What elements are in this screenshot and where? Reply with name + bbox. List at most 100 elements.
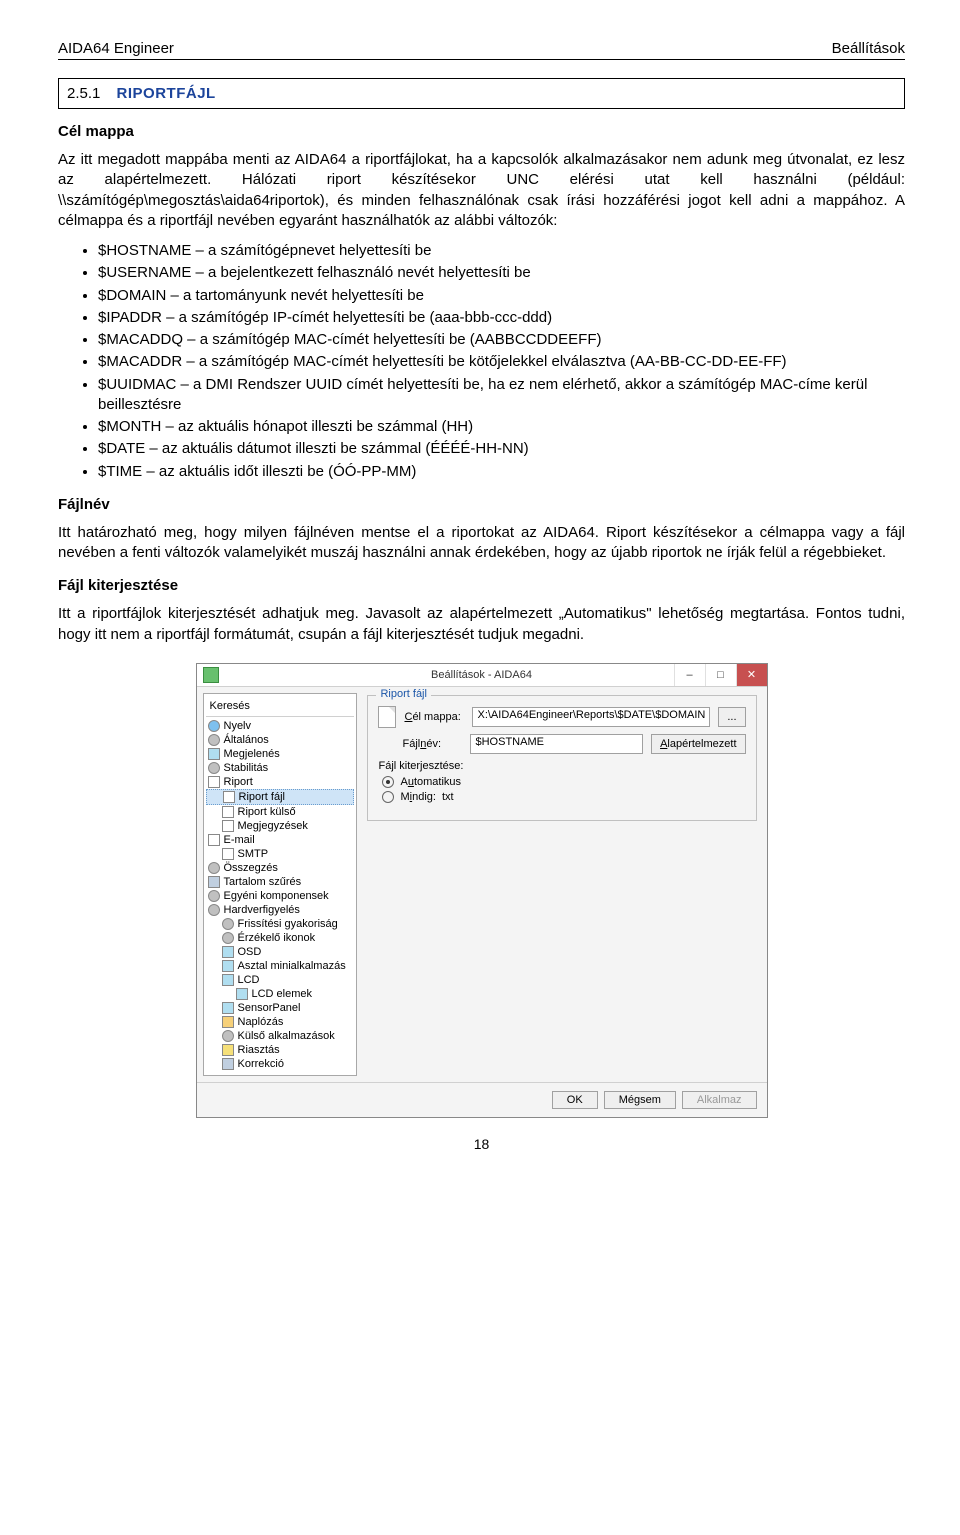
tree-item-label: Naplózás bbox=[238, 1016, 284, 1028]
tree-item[interactable]: Naplózás bbox=[206, 1015, 355, 1029]
report-file-group: Riport fájl Cél mappa: X:\AIDA64Engineer… bbox=[367, 695, 756, 821]
tree-item-label: Egyéni komponensek bbox=[224, 890, 329, 902]
tree-item[interactable]: Általános bbox=[206, 733, 355, 747]
file-icon bbox=[222, 848, 234, 860]
subhead-filename: Fájlnév bbox=[58, 496, 905, 513]
gear-icon bbox=[208, 762, 220, 774]
tree-item[interactable]: Érzékelő ikonok bbox=[206, 931, 355, 945]
tree-item[interactable]: Riasztás bbox=[206, 1043, 355, 1057]
close-button[interactable]: ✕ bbox=[736, 664, 767, 686]
maximize-button[interactable]: □ bbox=[705, 664, 736, 686]
tree-item[interactable]: Frissítési gyakoriság bbox=[206, 917, 355, 931]
list-item: $DATE – az aktuális dátumot illeszti be … bbox=[98, 439, 905, 459]
globe-icon bbox=[208, 720, 220, 732]
tree-item[interactable]: Korrekció bbox=[206, 1057, 355, 1071]
tree-item[interactable]: SMTP bbox=[206, 847, 355, 861]
tree-item[interactable]: Tartalom szűrés bbox=[206, 875, 355, 889]
cancel-button[interactable]: Mégsem bbox=[604, 1091, 676, 1109]
gear-icon bbox=[222, 932, 234, 944]
tree-item[interactable]: Megjelenés bbox=[206, 747, 355, 761]
paragraph-target-folder: Az itt megadott mappába menti az AIDA64 … bbox=[58, 150, 905, 231]
radio-custom-label: Mindig: bbox=[400, 791, 435, 803]
gear-icon bbox=[208, 734, 220, 746]
gear-icon bbox=[222, 918, 234, 930]
tree-item[interactable]: Egyéni komponensek bbox=[206, 889, 355, 903]
target-folder-label: Cél mappa: bbox=[404, 711, 464, 723]
tree-item-label: Megjelenés bbox=[224, 748, 280, 760]
list-item: $MACADDR – a számítógép MAC-címét helyet… bbox=[98, 352, 905, 372]
tree-item-label: E-mail bbox=[224, 834, 255, 846]
panel-icon bbox=[222, 960, 234, 972]
radio-automatic-label: Automatikus bbox=[400, 776, 461, 788]
page-header: AIDA64 Engineer Beállítások bbox=[58, 40, 905, 60]
titlebar: Beállítások - AIDA64 – □ ✕ bbox=[197, 664, 767, 687]
radio-icon bbox=[382, 776, 394, 788]
extension-input[interactable]: txt bbox=[442, 791, 512, 803]
tree-item-label: Megjegyzések bbox=[238, 820, 308, 832]
panel-icon bbox=[236, 988, 248, 1000]
wrench-icon bbox=[208, 876, 220, 888]
tree-item[interactable]: SensorPanel bbox=[206, 1001, 355, 1015]
apply-button[interactable]: Alkalmaz bbox=[682, 1091, 757, 1109]
tree-item-label: Riport bbox=[224, 776, 253, 788]
panel-icon bbox=[208, 748, 220, 760]
group-title: Riport fájl bbox=[376, 688, 430, 700]
tree-item-label: Összegzés bbox=[224, 862, 278, 874]
tree-item-label: Külső alkalmazások bbox=[238, 1030, 335, 1042]
subhead-extension: Fájl kiterjesztése bbox=[58, 577, 905, 594]
tree-item-label: SensorPanel bbox=[238, 1002, 301, 1014]
tree-item[interactable]: Riport bbox=[206, 775, 355, 789]
tree-item[interactable]: E-mail bbox=[206, 833, 355, 847]
radio-custom[interactable]: Mindig: txt bbox=[378, 791, 745, 803]
tree-item-label: Riport fájl bbox=[239, 791, 285, 803]
gear-icon bbox=[208, 904, 220, 916]
tree-item[interactable]: LCD elemek bbox=[206, 987, 355, 1001]
tree-item[interactable]: Megjegyzések bbox=[206, 819, 355, 833]
filename-input[interactable]: $HOSTNAME bbox=[470, 734, 643, 754]
paragraph-filename: Itt határozható meg, hogy milyen fájlnév… bbox=[58, 523, 905, 564]
header-right: Beállítások bbox=[832, 40, 905, 57]
tree-item[interactable]: Összegzés bbox=[206, 861, 355, 875]
tree-item[interactable]: Asztal minialkalmazás bbox=[206, 959, 355, 973]
tree-item-label: Nyelv bbox=[224, 720, 252, 732]
tree-item-label: Tartalom szűrés bbox=[224, 876, 302, 888]
file-icon bbox=[378, 706, 396, 728]
radio-automatic[interactable]: Automatikus bbox=[378, 776, 745, 788]
tree-item[interactable]: Riport külső bbox=[206, 805, 355, 819]
ok-button[interactable]: OK bbox=[552, 1091, 598, 1109]
file-icon bbox=[208, 834, 220, 846]
tree-item-label: Érzékelő ikonok bbox=[238, 932, 316, 944]
browse-button[interactable]: ... bbox=[718, 707, 745, 727]
tree-item-label: SMTP bbox=[238, 848, 269, 860]
search-field[interactable]: Keresés bbox=[206, 698, 355, 717]
tree-item[interactable]: OSD bbox=[206, 945, 355, 959]
tree-item[interactable]: Hardverfigyelés bbox=[206, 903, 355, 917]
panel-icon bbox=[222, 1002, 234, 1014]
tree-item[interactable]: LCD bbox=[206, 973, 355, 987]
default-button[interactable]: Alapértelmezett bbox=[651, 734, 745, 754]
tree-item-label: LCD elemek bbox=[252, 988, 313, 1000]
list-item: $MONTH – az aktuális hónapot illeszti be… bbox=[98, 417, 905, 437]
subhead-target-folder: Cél mappa bbox=[58, 123, 905, 140]
file-icon bbox=[222, 806, 234, 818]
tree-item[interactable]: Nyelv bbox=[206, 719, 355, 733]
paragraph-extension: Itt a riportfájlok kiterjesztését adhatj… bbox=[58, 604, 905, 645]
list-item: $DOMAIN – a tartományunk nevét helyettes… bbox=[98, 286, 905, 306]
header-left: AIDA64 Engineer bbox=[58, 40, 174, 57]
list-item: $UUIDMAC – a DMI Rendszer UUID címét hel… bbox=[98, 375, 905, 416]
list-item: $TIME – az aktuális időt illeszti be (ÓÓ… bbox=[98, 462, 905, 482]
wrench-icon bbox=[222, 1058, 234, 1070]
tree-item[interactable]: Külső alkalmazások bbox=[206, 1029, 355, 1043]
list-item: $USERNAME – a bejelentkezett felhasználó… bbox=[98, 263, 905, 283]
tree-item-label: Korrekció bbox=[238, 1058, 284, 1070]
filename-label: Fájlnév: bbox=[402, 738, 462, 750]
target-folder-input[interactable]: X:\AIDA64Engineer\Reports\$DATE\$DOMAIN bbox=[472, 707, 710, 727]
settings-dialog: Beállítások - AIDA64 – □ ✕ Keresés Nyelv… bbox=[196, 663, 768, 1118]
tree-item-label: Riport külső bbox=[238, 806, 296, 818]
tree-item[interactable]: Riport fájl bbox=[206, 789, 355, 805]
minimize-button[interactable]: – bbox=[674, 664, 705, 686]
settings-tree[interactable]: Keresés NyelvÁltalánosMegjelenésStabilit… bbox=[203, 693, 358, 1076]
tree-item-label: LCD bbox=[238, 974, 260, 986]
tree-item[interactable]: Stabilitás bbox=[206, 761, 355, 775]
file-icon bbox=[208, 776, 220, 788]
